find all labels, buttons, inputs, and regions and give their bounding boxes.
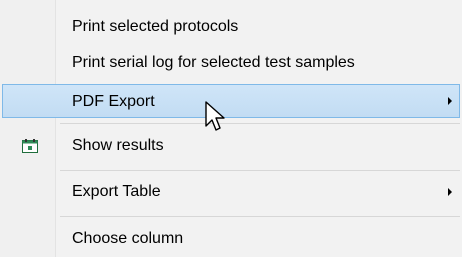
menu-separator: [60, 170, 460, 171]
menu-item-print-selected-protocols[interactable]: Print selected protocols: [2, 10, 460, 44]
submenu-arrow-icon: [448, 188, 452, 196]
calendar-icon: [22, 139, 38, 153]
menu-item-print-serial-log[interactable]: Print serial log for selected test sampl…: [2, 46, 460, 80]
menu-item-label: Choose column: [72, 230, 184, 247]
menu-separator: [60, 216, 460, 217]
menu-separator: [60, 123, 460, 124]
menu-item-choose-column[interactable]: Choose column: [2, 222, 460, 256]
arrow-pointer-icon: [204, 100, 234, 140]
context-menu: Print selected protocols Print serial lo…: [0, 0, 462, 257]
submenu-arrow-icon: [448, 97, 452, 105]
menu-item-label: Print selected protocols: [72, 18, 239, 35]
menu-item-label: PDF Export: [72, 93, 155, 110]
menu-item-label: Export Table: [72, 183, 161, 200]
menu-item-label: Print serial log for selected test sampl…: [72, 54, 355, 71]
menu-item-export-table[interactable]: Export Table: [2, 175, 460, 209]
menu-item-label: Show results: [72, 137, 164, 154]
